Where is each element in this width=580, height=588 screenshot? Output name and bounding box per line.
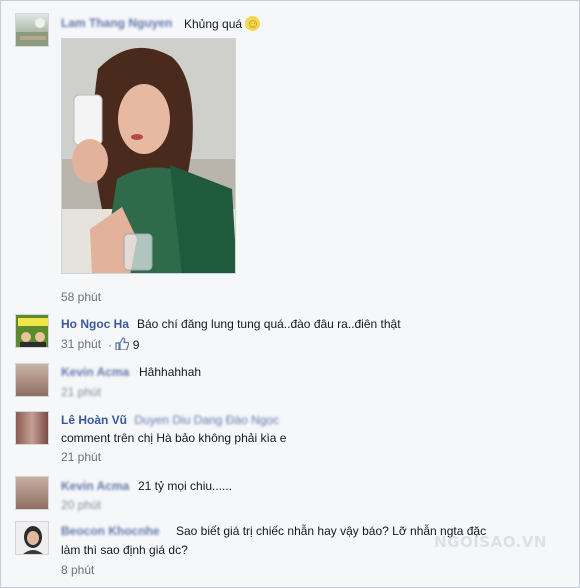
- landscape-avatar-image: [16, 18, 48, 46]
- comment-text-line2: làm thì sao định giá dc?: [61, 543, 188, 557]
- timestamp[interactable]: 20 phút: [61, 498, 101, 512]
- attached-photo[interactable]: [61, 38, 236, 274]
- thumbs-up-icon: [115, 337, 130, 351]
- timestamp[interactable]: 58 phút: [61, 290, 101, 304]
- commenter-name[interactable]: Kevin Acma: [61, 479, 129, 493]
- avatar[interactable]: [15, 521, 49, 555]
- like-count-value: 9: [132, 338, 140, 352]
- commenter-name[interactable]: Kevin Acma: [61, 365, 129, 379]
- timestamp[interactable]: 31 phút: [61, 337, 101, 351]
- comment-text: Báo chí đăng lung tung quá..đào đâu ra..…: [137, 317, 401, 331]
- avatar[interactable]: [15, 13, 49, 47]
- woman-selfie-photo: [62, 39, 235, 273]
- commenter-name[interactable]: Ho Ngoc Ha: [61, 317, 129, 331]
- comment-text-body: Khủng quá: [184, 17, 243, 31]
- timestamp[interactable]: 8 phút: [61, 563, 94, 577]
- commenter-name-text: Lê Hoàn Vũ: [61, 413, 128, 427]
- comments-panel: Lam Thang Nguyen Khủng quá ☺ 58 phút Ho …: [0, 0, 580, 588]
- tagged-user[interactable]: Duyen Diu Dang Đào Ngọc: [134, 413, 279, 427]
- avatar[interactable]: [15, 363, 49, 397]
- commenter-name[interactable]: Lê Hoàn Vũ Duyen Diu Dang Đào Ngọc: [61, 413, 279, 427]
- group-avatar-image: [16, 315, 48, 347]
- avatar[interactable]: [15, 476, 49, 510]
- like-count[interactable]: · 9: [108, 337, 139, 352]
- comment-text: comment trên chị Hà bảo không phải kìa e: [61, 431, 287, 445]
- comment-text: Khủng quá ☺: [184, 16, 261, 31]
- avatar[interactable]: [15, 411, 49, 445]
- comment-text: Hâhhahhah: [139, 365, 202, 379]
- comment-text: 21 tỷ mọi chiu......: [138, 479, 233, 493]
- avatar[interactable]: [15, 314, 49, 348]
- smile-emoji-icon: ☺: [245, 16, 261, 31]
- commenter-name[interactable]: Lam Thang Nguyen: [61, 16, 172, 30]
- timestamp[interactable]: 21 phút: [61, 450, 101, 464]
- timestamp[interactable]: 21 phút: [61, 385, 101, 399]
- person-avatar-image: [16, 522, 48, 554]
- watermark: NGOISAO.VN: [434, 533, 547, 551]
- commenter-name[interactable]: Beocon Khocnhe: [61, 524, 160, 538]
